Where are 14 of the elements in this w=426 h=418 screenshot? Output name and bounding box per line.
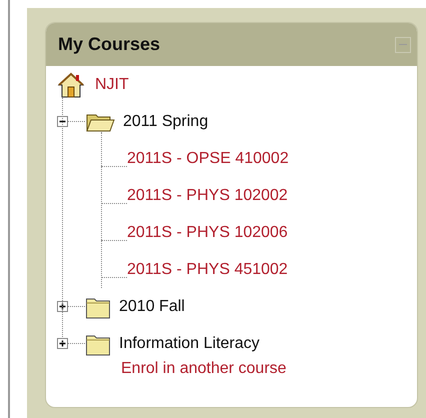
category-label[interactable]: 2010 Fall <box>119 298 185 316</box>
home-icon <box>57 72 85 98</box>
category-label[interactable]: 2011 Spring <box>123 112 208 130</box>
course-link[interactable]: 2011S - PHYS 451002 <box>127 260 288 278</box>
expand-icon[interactable] <box>57 338 68 349</box>
enrol-link[interactable]: Enrol in another course <box>121 360 286 377</box>
site-link[interactable]: NJIT <box>95 76 129 94</box>
course-link[interactable]: 2011S - OPSE 410002 <box>127 150 289 168</box>
course-link[interactable]: 2011S - PHYS 102002 <box>127 186 288 204</box>
expand-icon[interactable] <box>57 301 68 312</box>
category-label[interactable]: Information Literacy <box>119 334 260 352</box>
course-link[interactable]: 2011S - PHYS 102006 <box>127 224 288 242</box>
collapse-icon[interactable] <box>57 116 68 127</box>
block-title: My Courses <box>58 34 160 55</box>
